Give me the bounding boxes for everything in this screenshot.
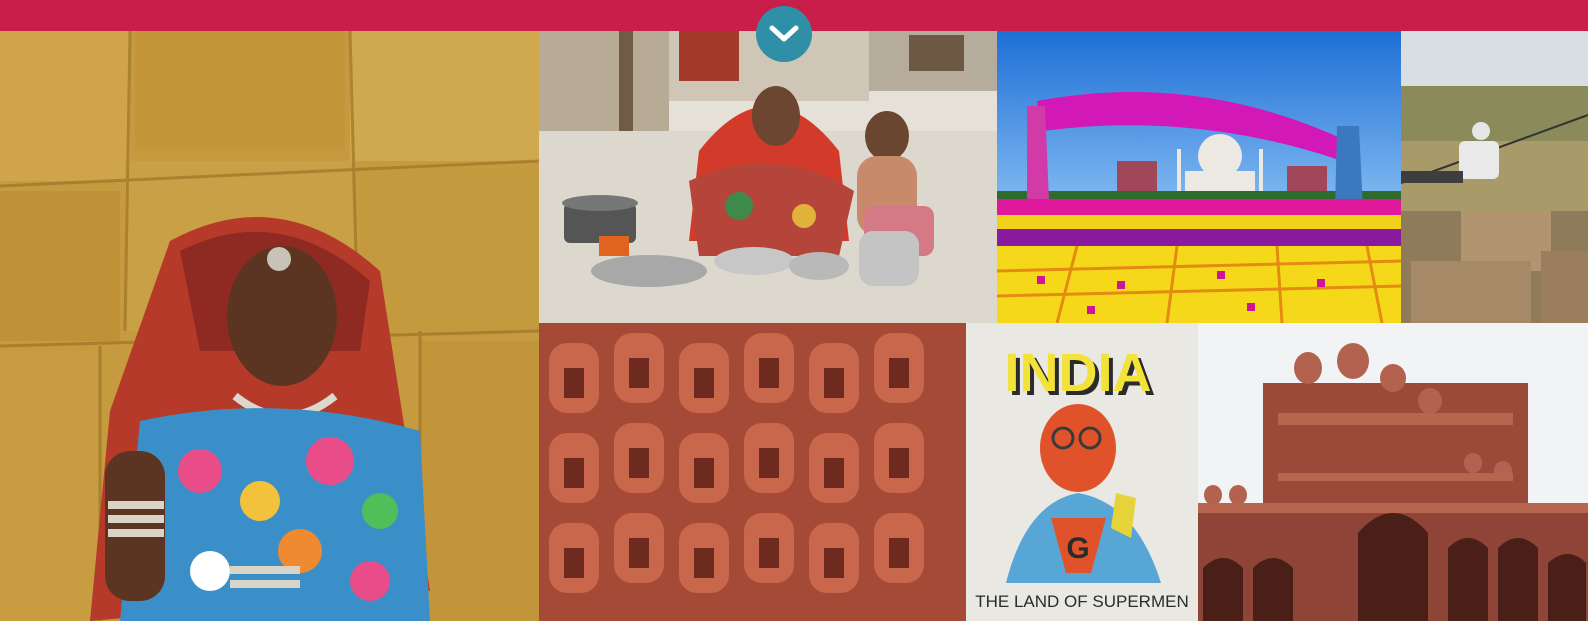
scroll-down-button[interactable] [756,6,812,62]
rajasthani-woman-photo[interactable] [0,31,539,621]
saris-taj-mahal-photo[interactable] [997,31,1401,323]
zipline-fort-photo[interactable] [1401,31,1588,323]
hawa-mahal-facade-photo[interactable] [539,323,966,621]
fatehpur-sikri-gate-photo[interactable] [1198,323,1588,621]
mother-child-cooking-photo[interactable] [539,31,997,323]
poster-title: INDIA [1005,343,1152,403]
chevron-down-icon [769,25,799,42]
india-poster-photo[interactable]: INDIA INDIA G THE LAND OF SUPERMEN [966,323,1198,621]
poster-emblem-letter: G [1066,532,1089,565]
poster-caption: THE LAND OF SUPERMEN [975,592,1188,611]
